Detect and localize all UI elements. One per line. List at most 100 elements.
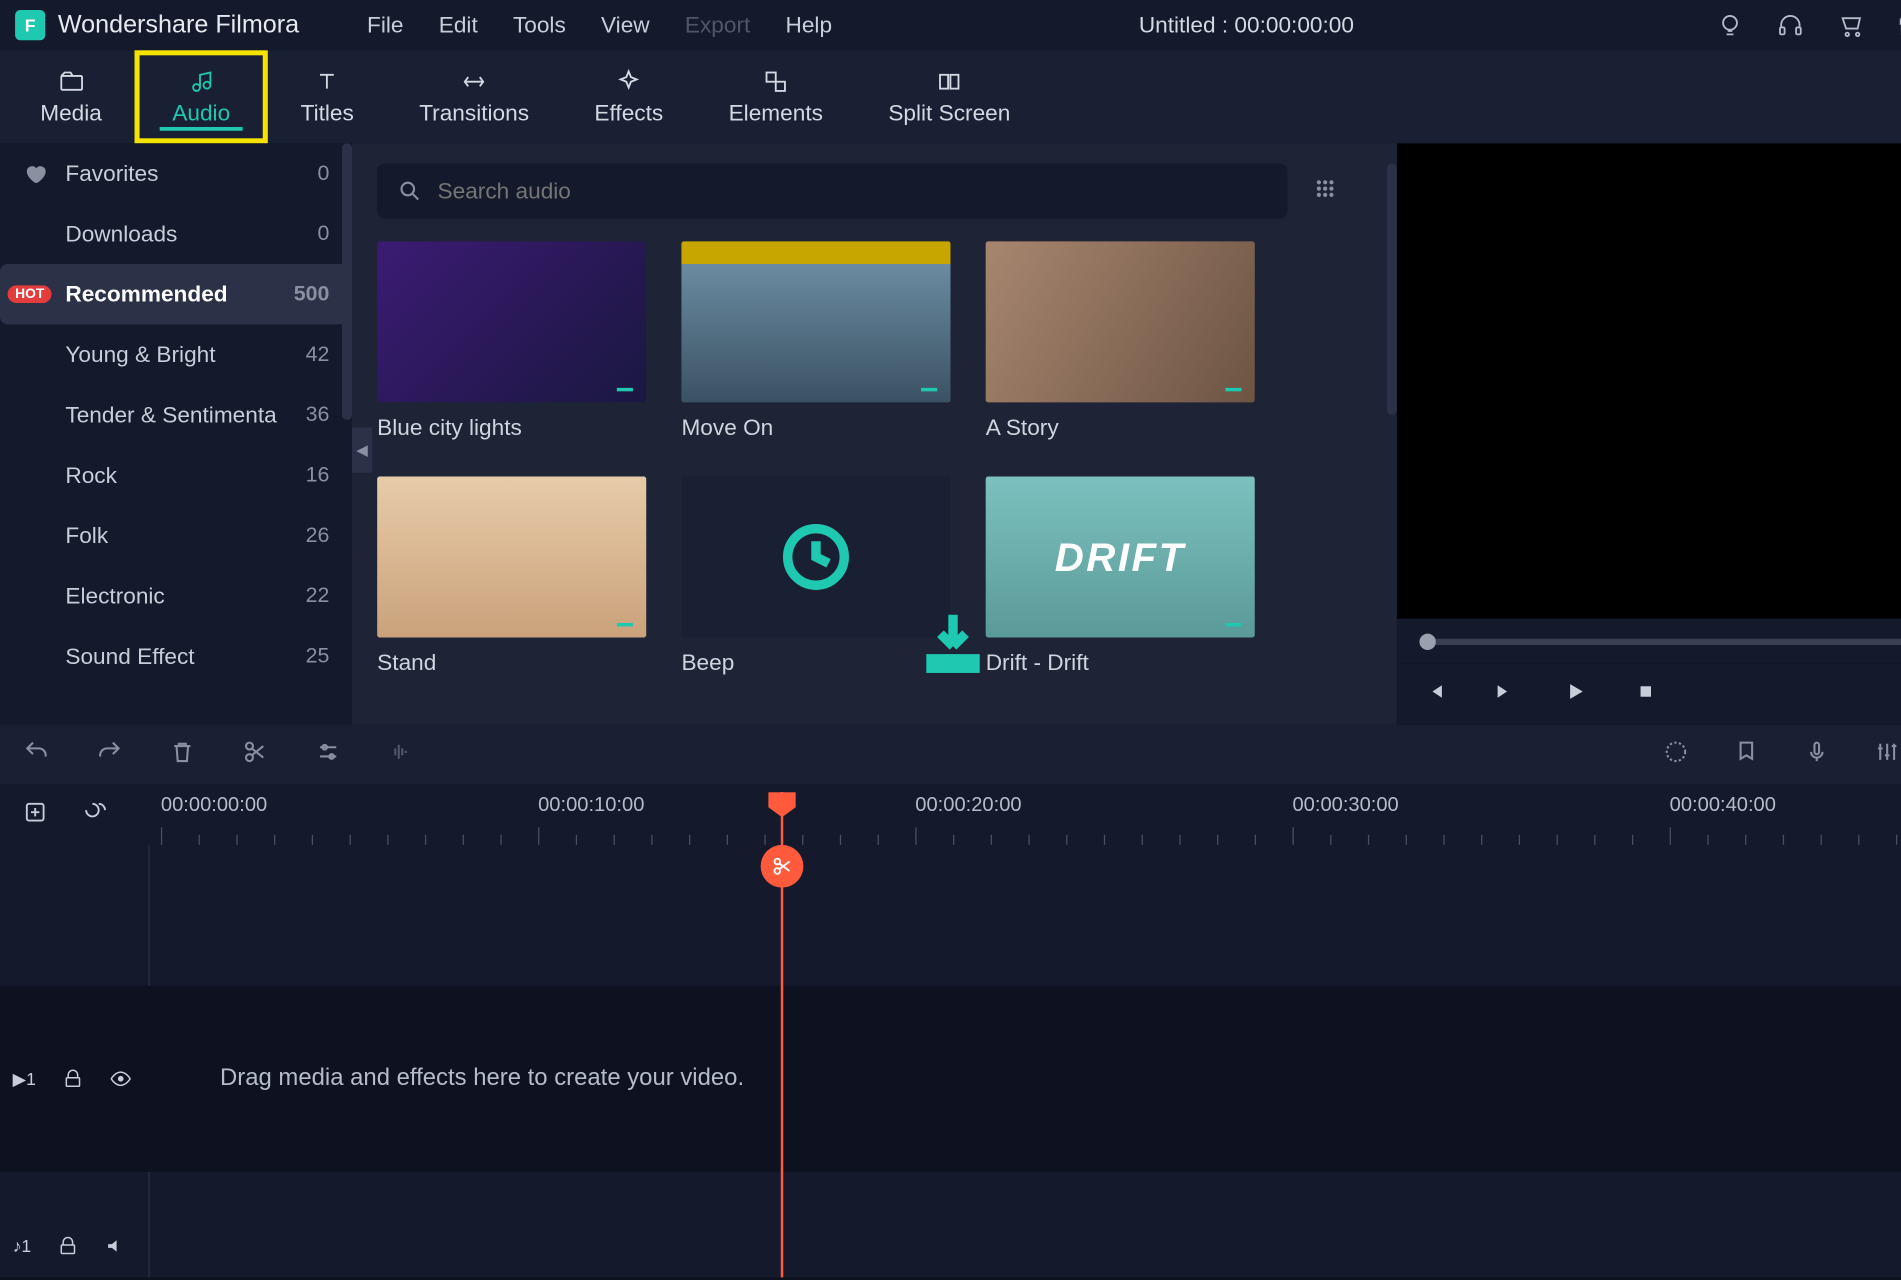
voiceover-icon[interactable] bbox=[1803, 737, 1831, 771]
audio-card[interactable]: Beep bbox=[681, 477, 950, 677]
card-title: A Story bbox=[986, 415, 1255, 441]
download-icon[interactable] bbox=[915, 367, 943, 395]
eye-icon[interactable] bbox=[109, 1067, 132, 1090]
scrub-slider[interactable] bbox=[1419, 638, 1901, 644]
sidebar-item-sound-effect[interactable]: Sound Effect25 bbox=[0, 626, 352, 686]
speaker-icon[interactable] bbox=[104, 1235, 127, 1258]
preview-panel: { } 00:00:00:00 1/2 bbox=[1397, 143, 1901, 724]
cart-icon[interactable] bbox=[1837, 11, 1865, 39]
search-icon bbox=[397, 179, 422, 204]
menu-edit[interactable]: Edit bbox=[439, 12, 478, 38]
card-title: Stand bbox=[377, 650, 646, 676]
audio-card[interactable]: Stand bbox=[377, 477, 646, 677]
ruler-label: 00:00:40:00 bbox=[1670, 795, 1776, 818]
tab-split-screen[interactable]: Split Screen bbox=[856, 50, 1043, 143]
sidebar-item-folk[interactable]: Folk26 bbox=[0, 505, 352, 565]
app-logo-icon: F bbox=[15, 10, 45, 40]
card-title: Drift - Drift bbox=[986, 650, 1255, 676]
timeline: 00:00:00:00 00:00:10:00 00:00:20:00 00:00:3… bbox=[0, 785, 1901, 1278]
tab-elements[interactable]: Elements bbox=[696, 50, 856, 143]
card-thumb bbox=[681, 241, 950, 402]
magnet-icon[interactable] bbox=[83, 799, 108, 830]
ruler-label: 00:00:10:00 bbox=[538, 795, 644, 818]
audio-card[interactable]: A Story bbox=[986, 241, 1255, 441]
download-icon[interactable] bbox=[1220, 367, 1248, 395]
undo-icon[interactable] bbox=[23, 737, 51, 771]
ruler-label: 00:00:00:00 bbox=[161, 795, 267, 818]
preview-controls: 1/2 bbox=[1397, 664, 1901, 724]
next-frame-icon[interactable] bbox=[1492, 678, 1517, 709]
ruler-label: 00:00:20:00 bbox=[915, 795, 1021, 818]
redo-icon[interactable] bbox=[96, 737, 124, 771]
main-area: Favorites0Downloads0HOTRecommended500You… bbox=[0, 143, 1901, 724]
marker-icon[interactable] bbox=[1733, 737, 1761, 771]
menu-file[interactable]: File bbox=[367, 12, 403, 38]
menu-tools[interactable]: Tools bbox=[513, 12, 566, 38]
card-thumb bbox=[377, 241, 646, 402]
download-icon[interactable] bbox=[611, 602, 639, 630]
menu-export: Export bbox=[685, 12, 750, 38]
gift-icon[interactable] bbox=[1897, 11, 1901, 39]
card-title: Move On bbox=[681, 415, 950, 441]
time-ruler[interactable]: 00:00:00:00 00:00:10:00 00:00:20:00 00:00:3… bbox=[148, 795, 1901, 845]
grid-view-icon[interactable] bbox=[1313, 175, 1338, 206]
render-icon[interactable] bbox=[1662, 737, 1690, 771]
audio-card[interactable]: Move On bbox=[681, 241, 950, 441]
sidebar-item-young-bright[interactable]: Young & Bright42 bbox=[0, 324, 352, 384]
download-icon[interactable] bbox=[1220, 602, 1248, 630]
search-input-wrap[interactable] bbox=[377, 163, 1287, 218]
playhead[interactable] bbox=[781, 792, 784, 1277]
download-icon[interactable] bbox=[611, 367, 639, 395]
card-title: Beep bbox=[681, 650, 950, 676]
mixer-icon[interactable] bbox=[1873, 737, 1901, 771]
download-icon[interactable] bbox=[915, 602, 943, 630]
lock-icon[interactable] bbox=[61, 1067, 84, 1090]
card-thumb bbox=[681, 477, 950, 638]
lock-icon[interactable] bbox=[56, 1235, 79, 1258]
menu-view[interactable]: View bbox=[601, 12, 650, 38]
tab-effects[interactable]: Effects bbox=[562, 50, 696, 143]
menu-help[interactable]: Help bbox=[785, 12, 832, 38]
sidebar-item-tender-sentimenta[interactable]: Tender & Sentimenta36 bbox=[0, 385, 352, 445]
idea-icon[interactable] bbox=[1716, 11, 1744, 39]
prev-frame-icon[interactable] bbox=[1422, 678, 1447, 709]
video-track-badge: ▶1 bbox=[13, 1068, 36, 1089]
asset-browser: Blue city lights Move On A Story Stand Beep D… bbox=[352, 143, 1397, 724]
sidebar-item-rock[interactable]: Rock16 bbox=[0, 445, 352, 505]
audio-track-badge: ♪1 bbox=[13, 1236, 32, 1256]
card-thumb bbox=[986, 241, 1255, 402]
card-title: Blue city lights bbox=[377, 415, 646, 441]
card-thumb: DRIFT bbox=[986, 477, 1255, 638]
delete-icon[interactable] bbox=[168, 737, 196, 771]
audio-track[interactable]: ♪1 bbox=[0, 1212, 1901, 1280]
tab-media[interactable]: Media bbox=[8, 50, 135, 143]
card-thumb bbox=[377, 477, 646, 638]
tab-transitions[interactable]: Transitions bbox=[387, 50, 562, 143]
category-sidebar: Favorites0Downloads0HOTRecommended500You… bbox=[0, 143, 352, 724]
audio-card[interactable]: DRIFT Drift - Drift bbox=[986, 477, 1255, 677]
drop-hint: Drag media and effects here to create yo… bbox=[220, 1065, 744, 1093]
sidebar-item-favorites[interactable]: Favorites0 bbox=[0, 143, 352, 203]
preview-screen bbox=[1397, 143, 1901, 618]
audio-card[interactable]: Blue city lights bbox=[377, 241, 646, 441]
sidebar-item-recommended[interactable]: HOTRecommended500 bbox=[0, 264, 352, 324]
support-icon[interactable] bbox=[1776, 11, 1804, 39]
ruler-label: 00:00:30:00 bbox=[1292, 795, 1398, 818]
sidebar-item-downloads[interactable]: Downloads0 bbox=[0, 204, 352, 264]
search-input[interactable] bbox=[438, 178, 1268, 204]
document-title: Untitled : 00:00:00:00 bbox=[1139, 12, 1354, 38]
tab-audio[interactable]: Audio bbox=[135, 50, 268, 143]
audio-wave-icon[interactable] bbox=[387, 737, 415, 771]
tab-titles[interactable]: Titles bbox=[268, 50, 387, 143]
video-track[interactable]: ▶1 Drag media and effects here to create… bbox=[0, 986, 1901, 1172]
play-icon[interactable] bbox=[1563, 678, 1588, 709]
add-track-icon[interactable] bbox=[23, 799, 48, 830]
tab-strip: MediaAudioTitlesTransitionsEffectsElemen… bbox=[0, 50, 1901, 143]
scissors-icon[interactable] bbox=[761, 845, 804, 888]
adjust-icon[interactable] bbox=[314, 737, 342, 771]
app-name: Wondershare Filmora bbox=[58, 11, 299, 40]
split-icon[interactable] bbox=[241, 737, 269, 771]
stop-icon[interactable] bbox=[1633, 678, 1658, 709]
sidebar-collapse-icon[interactable]: ◀ bbox=[352, 427, 372, 472]
sidebar-item-electronic[interactable]: Electronic22 bbox=[0, 566, 352, 626]
